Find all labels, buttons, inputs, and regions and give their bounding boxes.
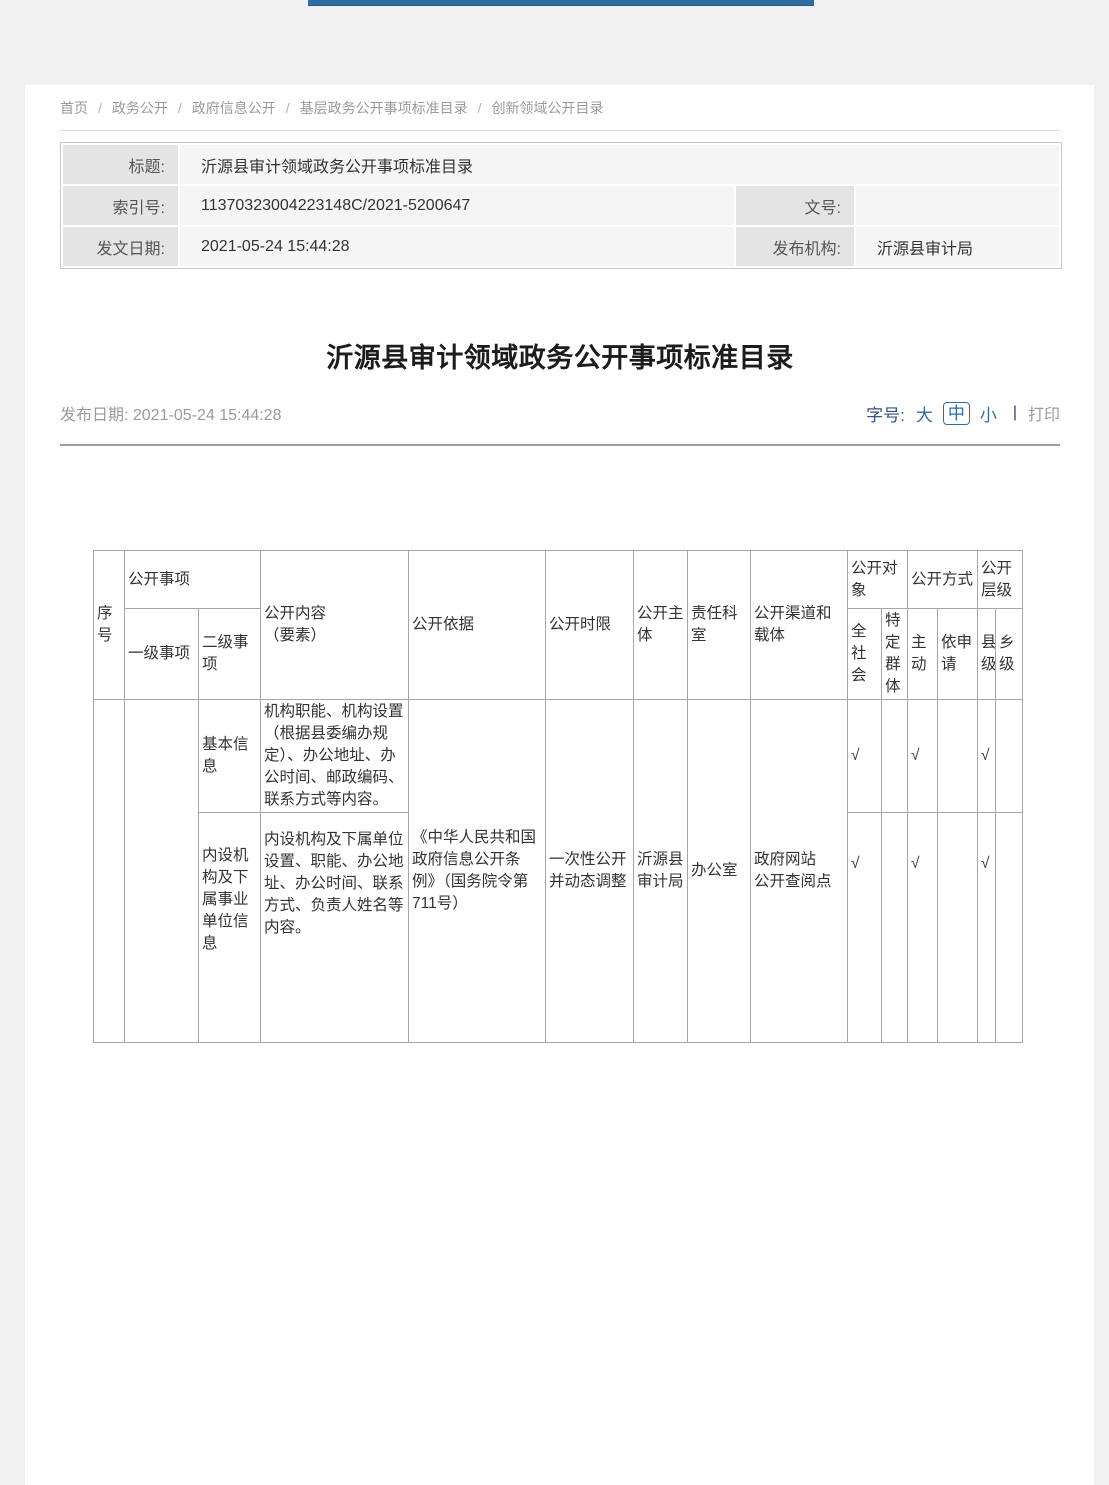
publish-date-label: 发布日期: (60, 407, 128, 424)
article-divider (60, 444, 1060, 446)
breadcrumb-separator: / (98, 100, 102, 116)
meta-agency-value: 沂源县审计局 (856, 227, 1059, 266)
breadcrumb-jiceng[interactable]: 基层政务公开事项标准目录 (300, 100, 468, 116)
header-erji: 二级事项 (199, 609, 261, 700)
header-qudao: 公开渠道和载体 (751, 551, 848, 700)
cell-neirong-row1: 内设机构及下属单位设置、职能、办公地址、办公时间、联系方式、负责人姓名等内容。 (261, 813, 409, 1043)
meta-index-value: 11370323004223148C/2021-5200647 (180, 186, 734, 225)
header-duixiang: 公开对象 (848, 551, 908, 609)
header-yiji: 一级事项 (125, 609, 199, 700)
check-yishenqing-row0 (938, 700, 978, 813)
content-card: 首页 / 政务公开 / 政府信息公开 / 基层政务公开事项标准目录 / 创新领域公开目录 标题:… (25, 85, 1094, 1485)
breadcrumb-divider (60, 130, 1060, 131)
breadcrumb-xinxi[interactable]: 政府信息公开 (192, 100, 276, 116)
meta-index-label: 索引号: (63, 186, 178, 225)
header-yishenqing: 依申请 (938, 609, 978, 700)
catalog-row-basic-info: 基本信息 机构职能、机构设置（根据县委编办规定）、办公地址、办公时间、邮政编码、… (94, 700, 1023, 813)
breadcrumb-home[interactable]: 首页 (60, 100, 88, 116)
check-yishenqing-row1 (938, 813, 978, 1043)
header-shixian: 公开时限 (546, 551, 634, 700)
publish-date: 发布日期: 2021-05-24 15:44:28 (60, 401, 281, 425)
meta-row-index: 索引号: 11370323004223148C/2021-5200647 文号: (63, 186, 1059, 225)
cell-keshi: 办公室 (688, 700, 751, 1043)
meta-title-label: 标题: (63, 145, 178, 184)
header-keshi: 责任科室 (688, 551, 751, 700)
cell-shixian: 一次性公开并动态调整 (546, 700, 634, 1043)
font-size-small-button[interactable]: 小 (980, 401, 997, 426)
header-gongkai-shixiang: 公开事项 (125, 551, 261, 609)
check-quanshehui-row0: √ (848, 700, 882, 813)
font-size-label: 字号: (866, 401, 905, 426)
meta-date-label: 发文日期: (63, 227, 178, 266)
font-size-controls: 字号: 大 中 小 | 打印 (866, 401, 1060, 426)
controls-separator: | (1013, 404, 1017, 422)
breadcrumb-separator: / (286, 100, 290, 116)
breadcrumb-separator: / (178, 100, 182, 116)
cell-erji-row1: 内设机构及下属事业单位信息 (199, 813, 261, 1043)
cell-erji-row0: 基本信息 (199, 700, 261, 813)
breadcrumb: 首页 / 政务公开 / 政府信息公开 / 基层政务公开事项标准目录 / 创新领域公开目录 (60, 85, 1060, 117)
cell-yiji (125, 700, 199, 1043)
header-xuhao: 序号 (94, 551, 125, 700)
check-xiangji-row1 (996, 813, 1023, 1043)
check-xianji-row1: √ (978, 813, 996, 1043)
breadcrumb-current[interactable]: 创新领域公开目录 (492, 100, 604, 116)
catalog-table: 序号 公开事项 公开内容 （要素） 公开依据 公开时限 公开主体 责任科室 公开… (93, 550, 1023, 1043)
cell-neirong-row0: 机构职能、机构设置（根据县委编办规定）、办公地址、办公时间、邮政编码、联系方式等… (261, 700, 409, 813)
meta-title-value: 沂源县审计领域政务公开事项标准目录 (180, 145, 1059, 184)
font-size-large-button[interactable]: 大 (916, 401, 933, 426)
header-zhudong: 主动 (908, 609, 938, 700)
meta-docnum-label: 文号: (736, 186, 854, 225)
cell-xuhao (94, 700, 125, 1043)
cell-yiju: 《中华人民共和国政府信息公开条例》（国务院令第711号） (409, 700, 546, 1043)
top-nav-bar-fragment (308, 0, 814, 6)
cell-qudao: 政府网站 公开查阅点 (751, 700, 848, 1043)
publish-date-value: 2021-05-24 15:44:28 (133, 407, 282, 424)
check-zhudong-row0: √ (908, 700, 938, 813)
check-zhudong-row1: √ (908, 813, 938, 1043)
meta-row-date: 发文日期: 2021-05-24 15:44:28 发布机构: 沂源县审计局 (63, 227, 1059, 266)
check-xiangji-row0 (996, 700, 1023, 813)
catalog-header-row-1: 序号 公开事项 公开内容 （要素） 公开依据 公开时限 公开主体 责任科室 公开… (94, 551, 1023, 609)
breadcrumb-zhengwu[interactable]: 政务公开 (112, 100, 168, 116)
document-meta-table: 标题: 沂源县审计领域政务公开事项标准目录 索引号: 1137032300422… (60, 142, 1062, 269)
meta-date-value: 2021-05-24 15:44:28 (180, 227, 734, 266)
meta-docnum-value (856, 186, 1059, 225)
page-title: 沂源县审计领域政务公开事项标准目录 (60, 341, 1060, 375)
check-quanshehui-row1: √ (848, 813, 882, 1043)
header-quanshehui: 全社会 (848, 609, 882, 700)
header-xiangji: 乡级 (996, 609, 1023, 700)
check-teding-row0 (882, 700, 908, 813)
check-teding-row1 (882, 813, 908, 1043)
header-zhuti: 公开主体 (634, 551, 688, 700)
header-xianji: 县级 (978, 609, 996, 700)
cell-zhuti: 沂源县审计局 (634, 700, 688, 1043)
check-xianji-row0: √ (978, 700, 996, 813)
header-neirong: 公开内容 （要素） (261, 551, 409, 700)
header-yiju: 公开依据 (409, 551, 546, 700)
breadcrumb-separator: / (478, 100, 482, 116)
meta-agency-label: 发布机构: (736, 227, 854, 266)
meta-row-title: 标题: 沂源县审计领域政务公开事项标准目录 (63, 145, 1059, 184)
header-teding: 特定群体 (882, 609, 908, 700)
print-button[interactable]: 打印 (1028, 401, 1060, 425)
font-size-medium-button[interactable]: 中 (943, 402, 970, 425)
header-fangshi: 公开方式 (908, 551, 978, 609)
article-info-row: 发布日期: 2021-05-24 15:44:28 字号: 大 中 小 | 打印 (60, 401, 1060, 425)
header-cengji: 公开层级 (978, 551, 1023, 609)
